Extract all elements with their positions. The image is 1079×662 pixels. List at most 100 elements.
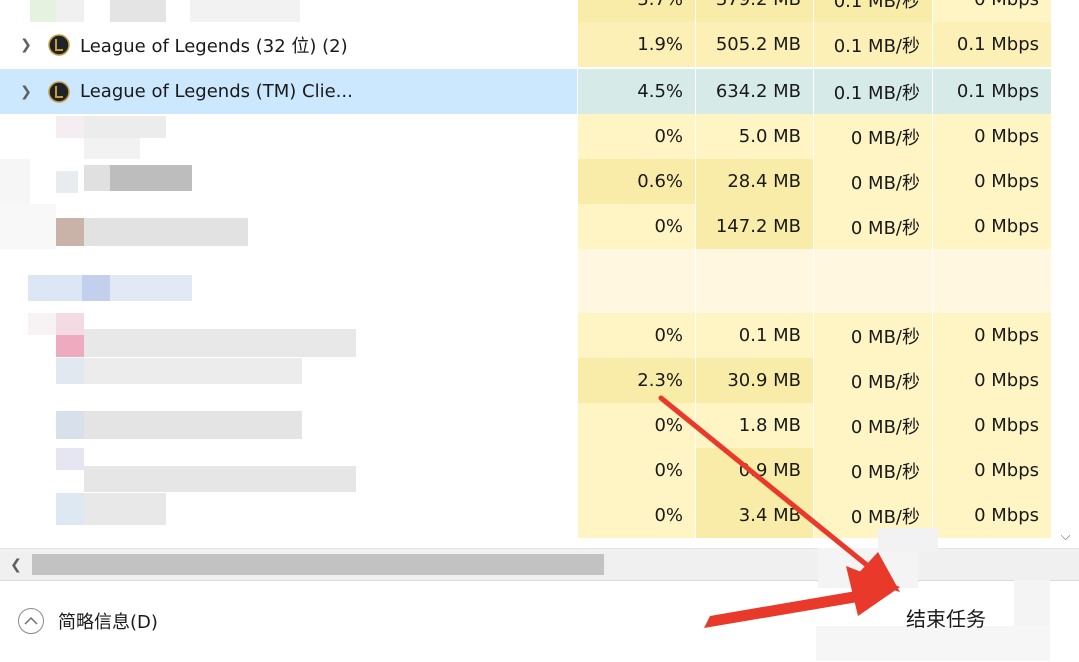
blurred-icon (56, 0, 84, 22)
cpu-cell: 0% (578, 448, 696, 493)
blurred-name (84, 493, 166, 525)
cpu-cell: 0% (578, 313, 696, 358)
blurred-name (84, 411, 302, 439)
table-row-selected[interactable]: ❯ League of Legends (TM) Clie... 4.5% 63… (0, 69, 1052, 114)
table-row[interactable]: 0% 5.0 MB 0 MB/秒 0 Mbps (0, 114, 1052, 159)
disk-cell: 0 MB/秒 (814, 313, 933, 358)
blurred-name (82, 275, 110, 301)
disk-cell: 0 MB/秒 (814, 204, 933, 249)
network-cell: 0 Mbps (933, 0, 1052, 22)
cpu-cell: 0% (578, 493, 696, 538)
fewer-details-link[interactable]: 简略信息(D) (58, 608, 158, 634)
memory-cell: 634.2 MB (696, 69, 814, 114)
memory-cell: 3.4 MB (696, 493, 814, 538)
league-of-legends-icon (48, 33, 70, 56)
memory-cell: 379.2 MB (696, 0, 814, 22)
memory-cell: 30.9 MB (696, 358, 814, 403)
blurred-icon (56, 448, 84, 470)
memory-cell (696, 249, 814, 313)
process-name-cell (0, 114, 577, 159)
blurred-name (110, 165, 192, 191)
process-name-cell (0, 448, 577, 493)
blurred-area (0, 204, 56, 249)
process-name-cell (0, 493, 577, 538)
memory-cell: 147.2 MB (696, 204, 814, 249)
table-row[interactable]: 0% 1.8 MB 0 MB/秒 0 Mbps (0, 403, 1052, 448)
network-cell: 0 Mbps (933, 159, 1052, 204)
blurred-icon (56, 171, 78, 193)
cpu-cell: 4.5% (578, 69, 696, 114)
table-row[interactable]: ❯ League of Legends (32 位) (2) 1.9% 505.… (0, 22, 1052, 67)
disk-cell: 0 MB/秒 (814, 448, 933, 493)
process-name: League of Legends (32 位) (2) (80, 35, 348, 57)
blurred-icon (56, 116, 84, 138)
blurred-area (28, 313, 56, 335)
blurred-icon (56, 218, 84, 246)
league-of-legends-icon (48, 80, 70, 103)
network-cell: 0 Mbps (933, 313, 1052, 358)
disk-cell: 0.1 MB/秒 (814, 69, 933, 114)
memory-cell: 0.9 MB (696, 448, 814, 493)
blurred-name (110, 0, 166, 22)
cpu-cell: 0.6% (578, 159, 696, 204)
table-row[interactable]: 0.6% 28.4 MB 0 MB/秒 0 Mbps (0, 159, 1052, 204)
blurred-name (84, 116, 166, 138)
process-name-cell (0, 358, 577, 403)
process-name-cell: ❯ League of Legends (32 位) (2) (0, 22, 577, 67)
memory-cell: 505.2 MB (696, 22, 814, 67)
cpu-cell: 0% (578, 114, 696, 159)
table-row[interactable]: 0% 147.2 MB 0 MB/秒 0 Mbps (0, 204, 1052, 249)
blurred-name (84, 358, 302, 384)
horizontal-scroll-thumb[interactable] (32, 554, 604, 575)
expand-chevron-icon[interactable]: ❯ (18, 84, 34, 100)
network-cell: 0 Mbps (933, 493, 1052, 538)
table-row[interactable]: 3.7% 379.2 MB 0.1 MB/秒 0 Mbps (0, 0, 1052, 22)
blurred-name (110, 275, 192, 301)
disk-cell: 0 MB/秒 (814, 114, 933, 159)
cpu-cell: 0% (578, 204, 696, 249)
blurred-name (84, 165, 110, 191)
scroll-down-arrow-icon[interactable]: ⌵ (1052, 525, 1079, 548)
network-cell: 0 Mbps (933, 358, 1052, 403)
disk-cell: 0 MB/秒 (814, 159, 933, 204)
vertical-scrollbar[interactable] (1052, 0, 1079, 548)
blurred-icon (56, 358, 84, 384)
network-cell: 0.1 Mbps (933, 22, 1052, 67)
blurred-area (878, 528, 938, 552)
network-cell: 0.1 Mbps (933, 69, 1052, 114)
memory-cell: 28.4 MB (696, 159, 814, 204)
blurred-icon (56, 493, 84, 525)
process-table: 3.7% 379.2 MB 0.1 MB/秒 0 Mbps ❯ League o… (0, 0, 1052, 548)
blurred-icon (28, 275, 82, 301)
process-name-cell (0, 0, 577, 22)
disk-cell: 0 MB/秒 (814, 403, 933, 448)
process-name-cell (0, 159, 577, 204)
blurred-name (84, 138, 140, 159)
memory-cell: 5.0 MB (696, 114, 814, 159)
table-row[interactable]: 0% 0.9 MB 0 MB/秒 0 Mbps (0, 448, 1052, 493)
memory-cell: 0.1 MB (696, 313, 814, 358)
blurred-icon (56, 411, 84, 439)
table-row[interactable]: 0% 0.1 MB 0 MB/秒 0 Mbps (0, 313, 1052, 358)
blurred-name (190, 0, 300, 22)
expand-chevron-icon[interactable]: ❯ (18, 37, 34, 53)
memory-cell: 1.8 MB (696, 403, 814, 448)
process-name: League of Legends (TM) Clie... (80, 81, 353, 102)
blurred-icon (56, 313, 84, 335)
network-cell: 0 Mbps (933, 403, 1052, 448)
process-name-cell: ❯ League of Legends (TM) Clie... (0, 69, 577, 114)
group-header-row[interactable] (0, 249, 1052, 313)
cpu-cell (578, 249, 696, 313)
collapse-chevron-up-icon[interactable] (18, 608, 44, 634)
disk-cell: 0.1 MB/秒 (814, 22, 933, 67)
scroll-left-arrow-icon[interactable]: ❮ (6, 555, 26, 575)
cpu-cell: 2.3% (578, 358, 696, 403)
cpu-cell: 0% (578, 403, 696, 448)
table-row[interactable]: 2.3% 30.9 MB 0 MB/秒 0 Mbps (0, 358, 1052, 403)
network-cell: 0 Mbps (933, 114, 1052, 159)
network-cell: 0 Mbps (933, 204, 1052, 249)
network-cell: 0 Mbps (933, 448, 1052, 493)
process-name-cell (0, 313, 577, 358)
disk-cell: 0 MB/秒 (814, 358, 933, 403)
end-task-button[interactable]: 结束任务 (878, 597, 1014, 637)
